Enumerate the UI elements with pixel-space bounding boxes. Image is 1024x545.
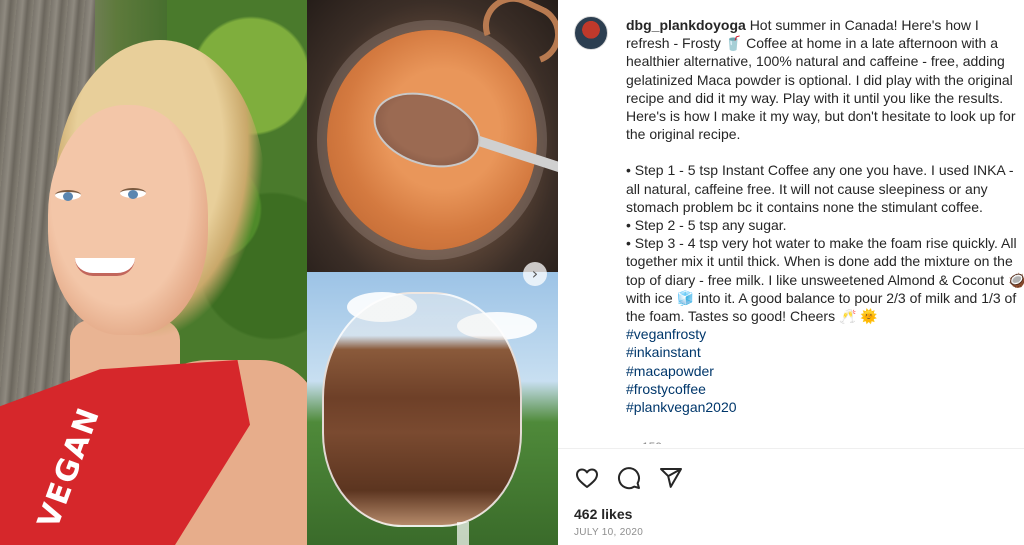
smile <box>75 258 135 276</box>
hashtag-link[interactable]: #frostycoffee <box>626 380 1024 398</box>
share-icon <box>660 468 682 488</box>
username-link[interactable]: dbg_plankdoyoga <box>626 17 746 33</box>
step-1: • Step 1 - 5 tsp Instant Coffee any one … <box>626 162 1014 215</box>
post-panel: dbg_plankdoyoga Hot summer in Canada! He… <box>558 0 1024 545</box>
divider <box>558 448 1024 449</box>
glass-stem <box>457 522 469 545</box>
step-2: • Step 2 - 5 tsp any sugar. <box>626 217 787 234</box>
caption: dbg_plankdoyoga Hot summer in Canada! He… <box>626 16 1024 416</box>
post-age[interactable]: 159w <box>642 440 671 444</box>
bowl-photo <box>307 0 558 272</box>
hashtag-link[interactable]: #plankvegan2020 <box>626 398 1024 416</box>
portrait-photo: VEGAN <box>0 0 307 545</box>
hashtag-link[interactable]: #inkainstant <box>626 343 1024 361</box>
like-button[interactable] <box>574 465 600 491</box>
post-date: JULY 10, 2020 <box>574 527 644 538</box>
face <box>48 105 208 335</box>
carousel-next-button[interactable]: › <box>523 262 547 286</box>
likes-count[interactable]: 462 likes <box>574 506 632 522</box>
comment-icon <box>618 467 640 490</box>
caption-intro: dbg_plankdoyoga Hot summer in Canada! He… <box>626 16 1024 107</box>
share-button[interactable] <box>658 465 684 491</box>
heart-icon <box>576 468 598 488</box>
wine-glass <box>322 292 522 527</box>
right-eye <box>120 188 146 199</box>
avatar[interactable] <box>574 16 608 50</box>
caption-line-2: Here's is how I make it my way, but don'… <box>626 108 1016 143</box>
left-eye <box>55 190 81 201</box>
comment-button[interactable] <box>616 465 642 491</box>
hashtag-link[interactable]: #macapowder <box>626 362 1024 380</box>
hashtag-link[interactable]: #veganfrosty <box>626 325 1024 343</box>
caption-area: dbg_plankdoyoga Hot summer in Canada! He… <box>574 16 1024 444</box>
action-bar <box>574 464 684 492</box>
step-3: • Step 3 - 4 tsp very hot water to make … <box>626 235 1024 325</box>
chevron-right-icon: › <box>531 264 539 283</box>
glass-photo <box>307 272 558 545</box>
